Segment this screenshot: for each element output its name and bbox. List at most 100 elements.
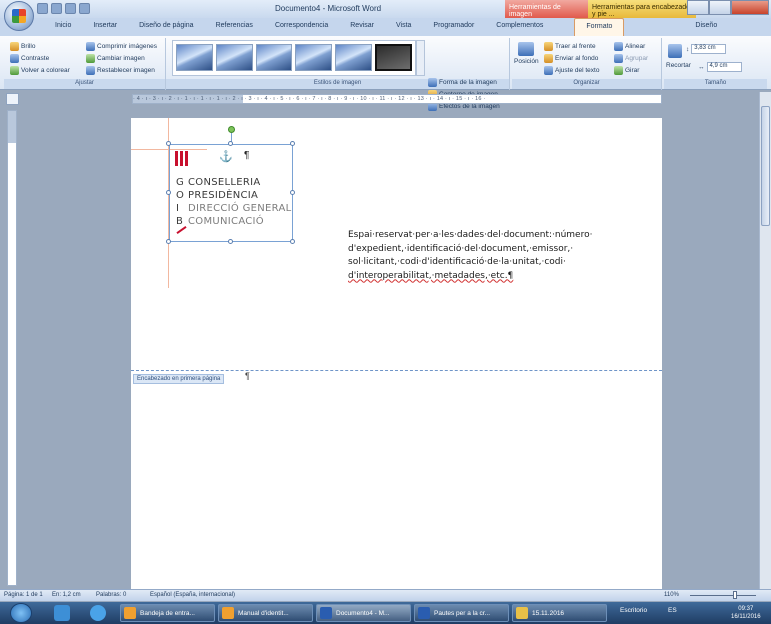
align-icon	[614, 42, 623, 51]
undo-icon[interactable]	[51, 3, 62, 14]
brillo-button[interactable]: Brillo	[10, 42, 35, 51]
ruler-top-margin	[8, 111, 16, 143]
volver-colorear-button[interactable]: Volver a colorear	[10, 66, 70, 75]
rotation-handle[interactable]	[228, 126, 235, 133]
zoom-slider[interactable]	[690, 595, 756, 596]
height-field[interactable]: ↕ 3,83 cm	[686, 44, 727, 54]
enviar-fondo-button[interactable]: Enviar al fondo	[544, 54, 598, 63]
height-icon: ↕	[686, 45, 690, 53]
gallery-more-button[interactable]	[416, 40, 425, 76]
status-position[interactable]: En: 1,2 cm	[52, 592, 81, 598]
header-label: Encabezado en primera página	[133, 374, 225, 384]
clock-time: 09:37	[738, 606, 754, 612]
body-line-3: sol·licitant,·codi·d'identificació·de·la…	[348, 257, 566, 267]
taskbar-folder[interactable]: 15.11.2016	[512, 604, 607, 622]
tab-insertar[interactable]: Insertar	[82, 18, 128, 36]
recortar-button[interactable]: Recortar	[666, 62, 691, 69]
status-words[interactable]: Palabras: 0	[96, 592, 126, 598]
status-zoom[interactable]: 110%	[664, 592, 679, 598]
agrupar-button[interactable]: Agrupar	[614, 54, 648, 63]
body-line-1: Espai·reservat·per·a·les·dades·del·docum…	[348, 230, 593, 240]
resize-handle-r[interactable]	[290, 190, 295, 195]
comprimir-button[interactable]: Comprimir imágenes	[86, 42, 157, 51]
tab-formato[interactable]: Formato	[574, 18, 625, 36]
anchor-icon: ⚓	[219, 151, 233, 163]
maximize-button[interactable]	[709, 0, 731, 15]
width-icon: ↔	[698, 63, 705, 71]
header-footer-tools-label: Herramientas para encabezado y pie ...	[588, 0, 696, 18]
height-value[interactable]: 3,83 cm	[691, 44, 727, 54]
system-clock[interactable]: 09:37 16/11/2016	[731, 605, 761, 621]
status-bar: Página: 1 de 1 En: 1,2 cm Palabras: 0 Es…	[0, 589, 771, 601]
resize-handle-tl[interactable]	[166, 141, 171, 146]
horizontal-ruler[interactable]: · 4 · ı · 3 · ı · 2 · ı · 1 · ı · 1 · ı …	[132, 94, 662, 104]
redo-icon[interactable]	[65, 3, 76, 14]
tab-diseno[interactable]: Diseño	[684, 18, 728, 36]
logo-line-1: G CONSELLERIA	[176, 177, 261, 188]
width-field[interactable]: ↔ 4,9 cm	[698, 62, 742, 72]
shape-icon	[428, 78, 437, 87]
picture-style-3[interactable]	[255, 44, 293, 71]
resize-handle-t[interactable]	[228, 141, 233, 146]
tab-correspondencia[interactable]: Correspondencia	[264, 18, 339, 36]
tab-diseno-pagina[interactable]: Diseño de página	[128, 18, 205, 36]
resize-handle-tr[interactable]	[290, 141, 295, 146]
desktop-toolbar[interactable]: Escritorio	[620, 607, 647, 614]
picture-style-1[interactable]	[176, 44, 213, 71]
tab-revisar[interactable]: Revisar	[339, 18, 385, 36]
zoom-slider-knob[interactable]	[733, 591, 737, 599]
taskbar-pautes[interactable]: Pautes per a la cr...	[414, 604, 509, 622]
picture-style-6[interactable]	[375, 44, 412, 71]
language-indicator[interactable]: ES	[668, 607, 677, 614]
ruler-toggle[interactable]	[6, 93, 19, 105]
alinear-button[interactable]: Alinear	[614, 42, 645, 51]
group-label-tamano: Tamaño	[664, 79, 767, 89]
scrollbar-thumb[interactable]	[761, 106, 770, 226]
picture-style-5[interactable]	[335, 44, 373, 71]
posicion-button[interactable]: Posición	[514, 42, 539, 65]
word-icon	[320, 607, 332, 619]
forma-imagen-button[interactable]: Forma de la imagen	[428, 78, 497, 87]
contraste-button[interactable]: Contraste	[10, 54, 49, 63]
taskbar-outlook[interactable]: Bandeja de entra...	[120, 604, 215, 622]
status-language[interactable]: Español (España, internacional)	[150, 592, 235, 598]
width-value[interactable]: 4,9 cm	[706, 62, 742, 72]
tab-complementos[interactable]: Complementos	[485, 18, 554, 36]
start-button[interactable]	[10, 603, 32, 623]
tab-programador[interactable]: Programador	[422, 18, 485, 36]
taskbar-documento4[interactable]: Documento4 - M...	[316, 604, 411, 622]
close-button[interactable]	[731, 0, 769, 15]
body-line-4: d'interoperabilitat,·metadades,·etc.¶	[348, 270, 514, 281]
save-icon[interactable]	[37, 3, 48, 14]
logo-line-3: I DIRECCIÓ GENERAL	[176, 203, 292, 214]
office-button[interactable]	[4, 1, 34, 31]
resize-handle-br[interactable]	[290, 239, 295, 244]
internet-explorer-icon[interactable]	[90, 605, 106, 621]
cambiar-imagen-button[interactable]: Cambiar imagen	[86, 54, 145, 63]
tab-referencias[interactable]: Referencias	[205, 18, 264, 36]
media-player-icon[interactable]	[54, 605, 70, 621]
vertical-scrollbar[interactable]	[759, 92, 771, 589]
taskbar-manual[interactable]: Manual d'identit...	[218, 604, 313, 622]
vertical-ruler[interactable]	[7, 110, 17, 586]
crop-icon-wrap[interactable]	[668, 44, 682, 58]
picture-style-4[interactable]	[295, 44, 333, 71]
minimize-button[interactable]	[687, 0, 709, 15]
tab-inicio[interactable]: Inicio	[44, 18, 82, 36]
traer-label: Traer al frente	[555, 43, 596, 50]
status-page[interactable]: Página: 1 de 1	[4, 592, 43, 598]
restablecer-button[interactable]: Restablecer imagen	[86, 66, 155, 75]
logo-letter-o: O	[176, 190, 185, 201]
window-controls	[687, 0, 769, 15]
resize-handle-l[interactable]	[166, 190, 171, 195]
tab-vista[interactable]: Vista	[385, 18, 422, 36]
resize-handle-b[interactable]	[228, 239, 233, 244]
document-body-text[interactable]: Espai·reservat·per·a·les·dades·del·docum…	[348, 229, 598, 283]
ajuste-texto-button[interactable]: Ajuste del texto	[544, 66, 599, 75]
picture-style-2[interactable]	[215, 44, 253, 71]
traer-frente-button[interactable]: Traer al frente	[544, 42, 596, 51]
resize-handle-bl[interactable]	[166, 239, 171, 244]
posicion-label: Posición	[514, 58, 539, 65]
girar-button[interactable]: Girar	[614, 66, 639, 75]
print-icon[interactable]	[79, 3, 90, 14]
